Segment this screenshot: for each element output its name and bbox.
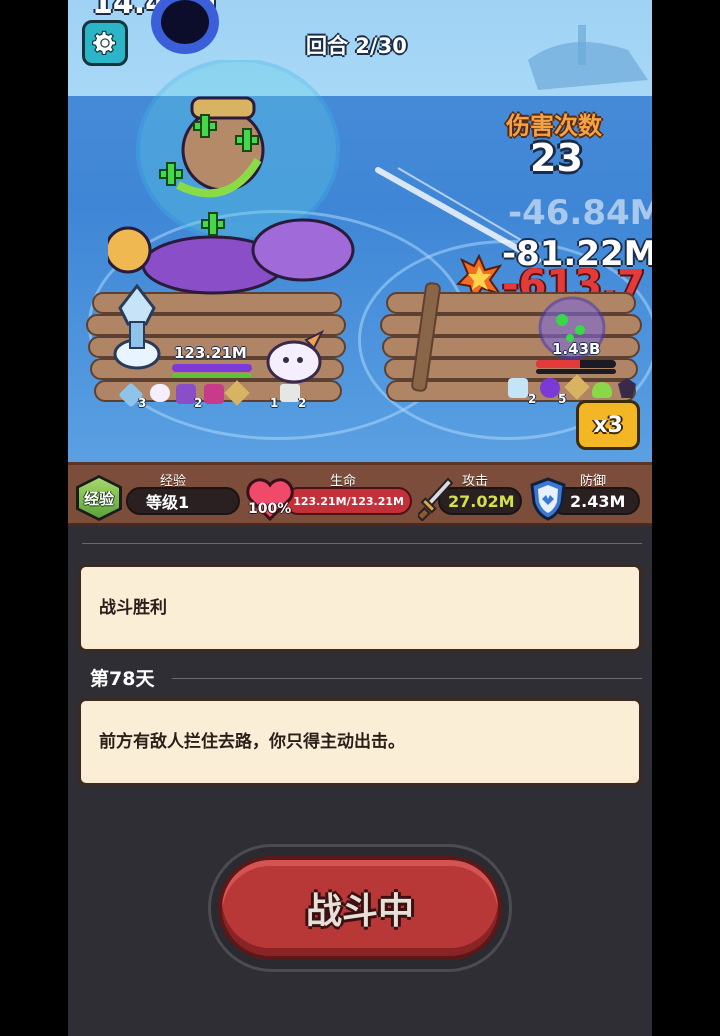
log-card: 前方有敌人拦住去路，你只得主动出击。 [78,698,642,786]
player-shield-bar [172,373,252,378]
level-pill: 等级1 [126,487,240,515]
ghost-ally-hero [266,330,325,384]
battle-button-frame: 战斗中 [208,844,512,972]
attack-value: 27.02M [448,491,515,511]
log-entry-text: 前方有敌人拦住去路，你只得主动出击。 [81,701,639,777]
day-label: 第78天 [90,668,155,690]
hp-value: 123.21M/123.21M [293,494,404,508]
speed-toggle-button[interactable]: x3 [576,400,640,450]
divider [82,543,642,544]
xp-badge-label: 经验 [79,478,119,518]
unit-count: 1 [270,396,279,410]
gear-icon [92,30,117,56]
damage-number: -46.84M [508,193,652,233]
hp-pill: 123.21M/123.21M [284,487,412,515]
player-hp-text: 123.21M [174,344,247,362]
axe-unit-icon [280,384,300,402]
unit-count: 5 [558,392,567,406]
unit-count: 3 [138,396,147,410]
spear-unit-icon [224,380,250,406]
ship-silhouette [528,25,648,90]
shield-unit-icon [204,384,224,404]
unit-count: 2 [528,392,537,406]
round-counter: 回合 2/30 [306,34,407,58]
battle-button-label: 战斗中 [305,891,414,932]
enemy-hp-text: 1.43B [552,340,601,358]
game-screen: 14.49M 回合 2/30 伤害次数 23 -46.84M -81.22M -… [68,0,652,1036]
ice-unit-icon [508,378,528,398]
unit-count: 2 [194,396,203,410]
hp-percent: 100% [248,501,292,517]
player-stats-bar: 经验 经验 等级1 生命 123.21M/123.21M 100% 攻击 27.… [68,462,652,526]
enemy-hp-bar [536,360,616,368]
battle-status-button[interactable]: 战斗中 [218,856,502,960]
ice-ally-hero [113,284,161,370]
slime-unit-icon [592,382,612,398]
event-log: 战斗胜利 第78天 前方有敌人拦住去路，你只得主动出击。 战斗中 [68,526,652,1036]
battle-scene: 14.49M 回合 2/30 伤害次数 23 -46.84M -81.22M -… [68,0,652,462]
xp-badge: 经验 [76,475,122,521]
player-team-row: 3 2 1 2 [118,380,322,410]
unit-count: 2 [298,396,307,410]
enemy-hp-fill [536,360,580,368]
sword-icon [418,477,454,521]
player-hp-bar [172,364,252,372]
defense-value: 2.43M [570,491,626,511]
dragon-unit-icon [176,384,196,404]
player-hp-fill [172,364,252,372]
dark-unit-icon [618,378,636,398]
ghost-unit-icon [150,384,170,402]
portal-icon [151,0,219,54]
player-hero [108,60,355,295]
shield-icon [530,477,566,521]
divider [172,678,642,679]
staff-unit-icon [564,374,590,400]
level-value: 等级1 [146,493,190,512]
enemy-shield-bar [536,369,616,374]
log-entry-text: 战斗胜利 [81,567,639,643]
log-card: 战斗胜利 [78,564,642,652]
skull-unit-icon [540,378,560,398]
